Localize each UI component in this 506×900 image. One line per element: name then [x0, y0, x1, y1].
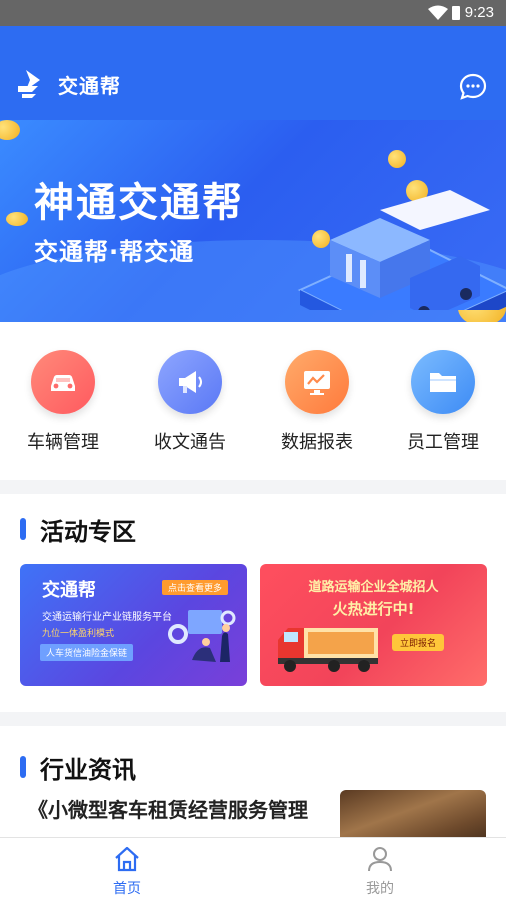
card-line: 交通运输行业产业链服务平台	[42, 612, 172, 623]
news-item-title[interactable]: 《小微型客车租赁经营服务管理	[28, 794, 308, 823]
quick-item-staff-management[interactable]: 员工管理	[388, 350, 498, 454]
quick-item-label: 员工管理	[407, 432, 479, 453]
card-pill: 人车货信油险金保链	[40, 644, 134, 661]
card-headline: 道路运输企业全城招人	[308, 580, 439, 595]
banner-subtitle: 交通帮·帮交通	[34, 238, 195, 266]
app-logo-icon	[18, 70, 40, 98]
battery-icon	[452, 6, 460, 20]
status-bar: 9:23	[0, 0, 506, 26]
wifi-icon	[428, 5, 448, 20]
tab-home[interactable]: 首页	[77, 844, 177, 898]
message-icon[interactable]	[458, 72, 488, 102]
coin-decoration	[0, 120, 20, 140]
card-line: 九位一体盈利模式	[42, 629, 115, 639]
truck-illustration	[278, 628, 378, 672]
card-more-tag[interactable]: 点击查看更多	[162, 580, 229, 595]
coin-decoration	[6, 212, 28, 226]
section-title-text: 行业资讯	[40, 756, 136, 784]
quick-item-vehicle-management[interactable]: 车辆管理	[8, 350, 118, 454]
activity-section: 活动专区 交通帮 点击查看更多 交通运输行业产业链服务平台 九位一体盈利模式 人…	[0, 494, 506, 712]
section-accent-bar	[20, 518, 26, 540]
promo-banner[interactable]: 神通交通帮 交通帮·帮交通	[0, 120, 506, 322]
quick-item-data-reports[interactable]: 数据报表	[262, 350, 372, 454]
bank-truck-illustration	[297, 190, 506, 310]
banner-title: 神通交通帮	[34, 180, 244, 226]
news-section: 行业资讯 《小微型客车租赁经营服务管理	[0, 726, 506, 850]
section-accent-bar	[20, 756, 26, 778]
app-header: 交通帮	[0, 26, 506, 120]
quick-actions: 车辆管理 收文通告 数据报表 员工管理	[0, 322, 506, 480]
card-brand: 交通帮	[42, 580, 96, 601]
quick-item-label: 车辆管理	[27, 432, 99, 453]
section-title-text: 活动专区	[40, 518, 136, 546]
activity-card-platform[interactable]: 交通帮 点击查看更多 交通运输行业产业链服务平台 九位一体盈利模式 人车货信油险…	[20, 564, 247, 686]
card-headline: 火热进行中!	[332, 600, 415, 618]
folder-icon	[411, 350, 475, 414]
app-name: 交通帮	[58, 74, 121, 98]
signup-button[interactable]: 立即报名	[392, 634, 445, 651]
quick-item-label: 收文通告	[154, 432, 226, 453]
gears-illustration	[168, 610, 236, 662]
megaphone-icon	[158, 350, 222, 414]
bottom-tab-bar: 首页 我的	[0, 837, 506, 900]
tab-mine[interactable]: 我的	[330, 844, 430, 898]
tab-label: 首页	[113, 881, 141, 897]
chart-monitor-icon	[285, 350, 349, 414]
quick-item-notices[interactable]: 收文通告	[135, 350, 245, 454]
home-icon	[115, 846, 139, 872]
tab-label: 我的	[366, 881, 394, 897]
car-icon	[31, 350, 95, 414]
quick-item-label: 数据报表	[281, 432, 353, 453]
status-time: 9:23	[464, 4, 494, 21]
user-icon	[368, 847, 392, 872]
activity-card-recruitment[interactable]: 道路运输企业全城招人 火热进行中! 立即报名	[260, 564, 487, 686]
